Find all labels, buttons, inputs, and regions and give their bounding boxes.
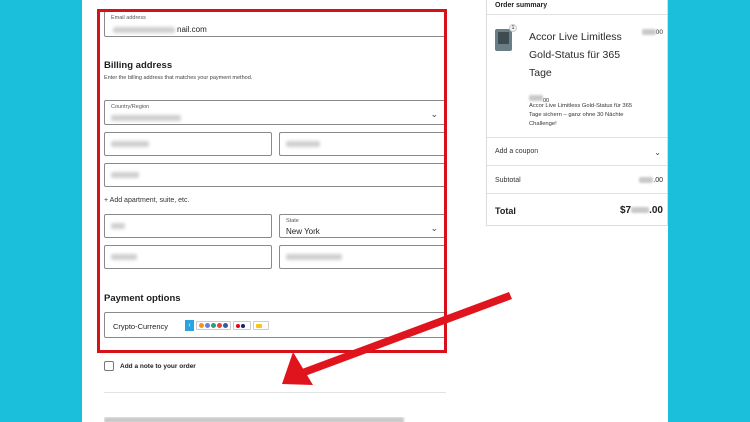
redacted-phone: [286, 254, 342, 260]
country-select[interactable]: Country/Region ⌄: [104, 100, 446, 125]
payment-badge-icon: [253, 321, 269, 330]
divider: [487, 165, 667, 166]
email-field-label: Email address: [111, 15, 146, 21]
last-name-field[interactable]: [279, 132, 446, 156]
chevron-down-icon: ⌄: [430, 109, 438, 119]
divider: [487, 193, 667, 194]
redacted-total: [631, 207, 650, 214]
zip-field[interactable]: [104, 245, 272, 269]
redacted-zip: [111, 254, 137, 260]
divider: [487, 137, 667, 138]
redacted-first-name: [111, 141, 149, 147]
subtotal-label: Subtotal: [495, 177, 521, 184]
order-summary-title: Order summary: [495, 2, 548, 9]
first-name-field[interactable]: [104, 132, 272, 156]
total-value: $7.00: [619, 205, 663, 216]
total-label: Total: [495, 206, 516, 216]
order-summary: Order summary 1 Accor Live Limitless Gol…: [486, 0, 668, 226]
subtotal-value: .00: [639, 177, 663, 184]
order-note-toggle[interactable]: Add a note to your order: [104, 361, 196, 371]
redacted-address: [111, 172, 139, 178]
checkout-page: Email address nail.com Billing address E…: [82, 0, 668, 422]
redacted-last-name: [286, 141, 320, 147]
redacted-subtotal: [639, 177, 654, 184]
divider: [487, 14, 667, 15]
divider: [104, 392, 446, 393]
email-field-value: nail.com: [177, 25, 207, 34]
product-name[interactable]: Accor Live Limitless Gold-Status für 365…: [529, 28, 639, 82]
country-select-label: Country/Region: [111, 104, 150, 110]
order-note-label: Add a note to your order: [120, 362, 196, 370]
payment-title: Payment options: [104, 293, 181, 304]
state-select-label: State: [286, 218, 299, 224]
order-note-checkbox[interactable]: [104, 361, 114, 371]
redacted-city: [111, 223, 125, 229]
product-thumbnail: [495, 29, 512, 51]
state-select-value: New York: [286, 227, 320, 236]
chevron-down-icon: ⌄: [430, 223, 438, 233]
billing-title: Billing address: [104, 60, 173, 71]
state-select[interactable]: State New York ⌄: [279, 214, 446, 238]
address-field[interactable]: [104, 163, 446, 187]
crypto-coins-icon: [196, 321, 231, 330]
add-coupon-button[interactable]: Add a coupon: [495, 148, 538, 155]
billing-subtitle: Enter the billing address that matches y…: [104, 75, 253, 81]
payment-option-label: Crypto-Currency: [113, 322, 169, 331]
redacted-country: [111, 115, 181, 121]
city-field[interactable]: [104, 214, 272, 238]
quantity-badge: 1: [509, 24, 517, 32]
chevron-down-icon[interactable]: ⌄: [654, 148, 661, 157]
product-price: 00: [641, 29, 663, 36]
email-field[interactable]: Email address nail.com: [104, 11, 446, 37]
payment-cards-icon: [233, 321, 251, 330]
terms-text-cutoff: [104, 417, 424, 422]
add-apartment-link[interactable]: + Add apartment, suite, etc.: [104, 197, 189, 204]
product-description: Accor Live Limitless Gold-Status für 365…: [529, 103, 633, 127]
redacted-price: [641, 29, 656, 36]
payment-option-crypto[interactable]: Crypto-Currency ‹: [104, 312, 446, 338]
redacted-email-prefix: [113, 27, 175, 33]
phone-field[interactable]: [279, 245, 446, 269]
crypto-currency-icons: ‹: [185, 320, 269, 331]
chevron-left-icon: ‹: [185, 320, 194, 331]
